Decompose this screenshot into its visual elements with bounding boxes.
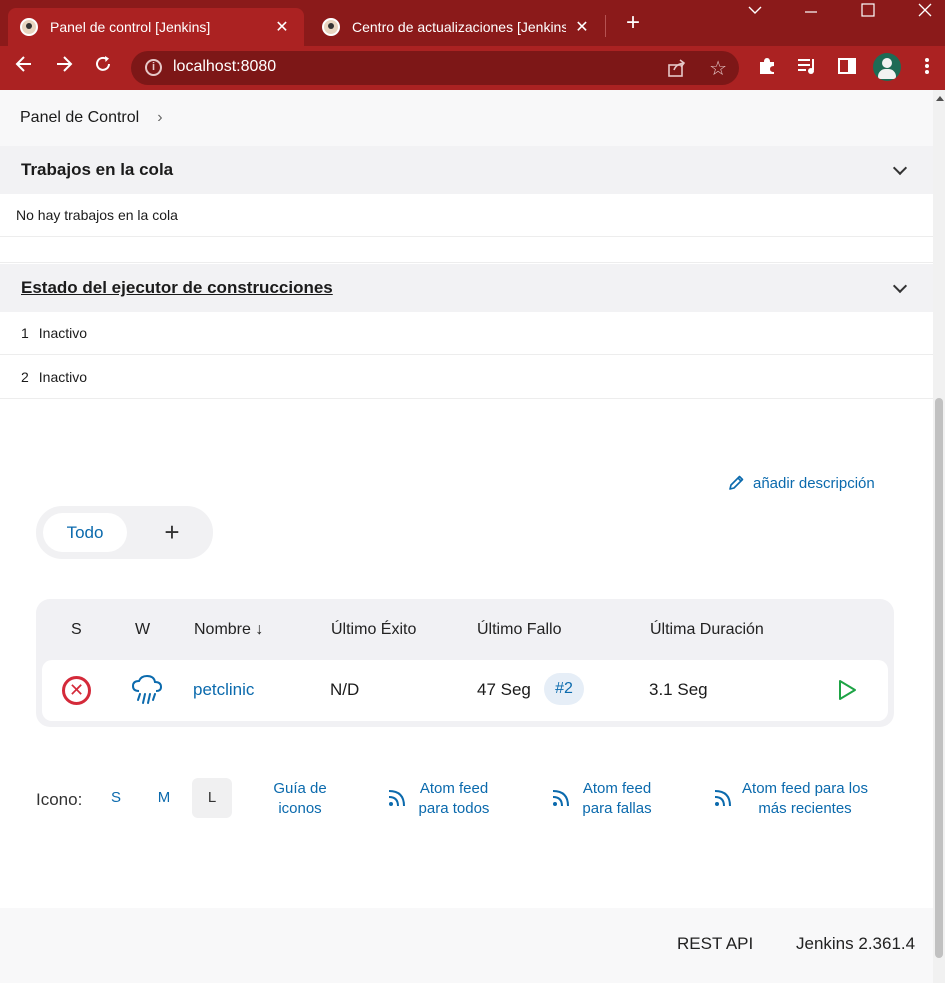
add-view-button[interactable]: + (154, 514, 190, 550)
collapse-chevron-icon[interactable] (892, 160, 908, 176)
profile-avatar[interactable] (873, 53, 901, 81)
rss-feed-icon (387, 788, 407, 812)
executors-title-link[interactable]: Estado del ejecutor de construcciones (21, 278, 333, 298)
schedule-build-play-icon[interactable] (836, 679, 858, 706)
rest-api-link[interactable]: REST API (677, 934, 753, 954)
build-queue-empty-row: No hay trabajos en la cola (0, 194, 933, 237)
icon-size-s-button[interactable]: S (96, 778, 136, 818)
icon-size-label: Icono: (36, 790, 83, 809)
scroll-up-arrow-icon[interactable] (936, 96, 944, 101)
extensions-puzzle-icon[interactable] (755, 56, 779, 80)
build-number-link[interactable]: #2 (544, 673, 584, 705)
tab-close-icon[interactable]: ✕ (572, 17, 592, 37)
tab-title: Centro de actualizaciones [Jenkins] (352, 19, 566, 35)
rain-weather-icon[interactable] (131, 674, 163, 710)
last-failure-value: 47 Seg (477, 680, 531, 699)
jobs-table: S W Nombre ↓ Último Éxito Último Fallo Ú… (36, 599, 894, 727)
column-header-name[interactable]: Nombre ↓ (194, 621, 263, 639)
pencil-icon (729, 475, 744, 490)
breadcrumb: Panel de Control › (0, 90, 933, 146)
column-header-weather[interactable]: W (135, 621, 150, 639)
last-success-value: N/D (330, 680, 360, 699)
address-bar[interactable]: i localhost:8080 ☆ (131, 51, 739, 85)
browser-toolbar: i localhost:8080 ☆ (0, 46, 945, 90)
add-description-link[interactable]: añadir descripción (727, 474, 875, 492)
job-name-link[interactable]: petclinic (193, 680, 254, 700)
view-tabs: Todo + (36, 506, 213, 559)
column-header-last-success[interactable]: Último Éxito (331, 621, 416, 639)
maximize-icon[interactable] (840, 0, 896, 30)
atom-feed-latest-link[interactable]: Atom feed para los más recientes (740, 779, 870, 819)
column-header-status[interactable]: S (71, 621, 82, 639)
icon-size-l-button[interactable]: L (192, 778, 232, 818)
scrollbar-thumb[interactable] (935, 398, 943, 958)
table-row: ✕ petclinic N/D 47 Seg #2 3.1 Seg (42, 660, 888, 721)
icon-size-m-button[interactable]: M (144, 778, 184, 818)
build-queue-empty-text: No hay trabajos en la cola (16, 207, 178, 223)
column-header-last-failure[interactable]: Último Fallo (477, 621, 561, 639)
failed-status-icon[interactable]: ✕ (62, 676, 91, 705)
executor-status: Inactivo (38, 369, 88, 385)
column-header-last-duration[interactable]: Última Duración (650, 621, 764, 639)
breadcrumb-dashboard-link[interactable]: Panel de Control (20, 109, 139, 127)
browser-tab-update-center[interactable]: Centro de actualizaciones [Jenkins] ✕ (310, 8, 604, 46)
browser-tab-jenkins-dashboard[interactable]: Panel de control [Jenkins] ✕ (8, 8, 304, 46)
tab-title: Panel de control [Jenkins] (50, 19, 211, 35)
side-panel-icon[interactable] (835, 56, 859, 80)
bookmark-star-icon[interactable]: ☆ (709, 56, 727, 81)
close-window-icon[interactable] (897, 0, 945, 30)
tab-separator (605, 15, 606, 37)
executor-row: 1 Inactivo (0, 312, 933, 355)
browser-menu-kebab-icon[interactable] (915, 56, 939, 80)
reload-icon[interactable] (89, 54, 117, 82)
build-queue-title: Trabajos en la cola (21, 160, 174, 179)
url-text[interactable]: localhost:8080 (173, 58, 276, 76)
atom-feed-failures-link[interactable]: Atom feed para fallas (577, 779, 657, 819)
media-queue-icon[interactable] (795, 56, 819, 80)
back-arrow-icon[interactable] (10, 54, 38, 82)
build-queue-spacer (0, 237, 933, 263)
browser-tab-strip: Panel de control [Jenkins] ✕ Centro de a… (0, 0, 945, 46)
site-info-icon[interactable]: i (145, 59, 162, 76)
jenkins-favicon-icon (322, 18, 340, 36)
forward-arrow-icon[interactable] (50, 54, 78, 82)
share-icon[interactable] (667, 58, 687, 83)
minimize-window-icon[interactable] (727, 0, 783, 30)
executor-number: 2 (21, 369, 29, 385)
jenkins-version-link[interactable]: Jenkins 2.361.4 (796, 934, 915, 954)
rss-feed-icon (713, 788, 733, 812)
tab-todo[interactable]: Todo (43, 513, 127, 552)
executor-number: 1 (21, 325, 29, 341)
icon-legend: Icono: S M L Guía de iconos Atom feed pa… (36, 776, 896, 826)
jenkins-favicon-icon (20, 18, 38, 36)
new-tab-button[interactable]: + (620, 10, 646, 36)
build-queue-header[interactable]: Trabajos en la cola (0, 146, 933, 194)
executors-header[interactable]: Estado del ejecutor de construcciones (0, 264, 933, 312)
minimize-icon[interactable] (783, 0, 839, 30)
add-description-label: añadir descripción (753, 474, 875, 492)
executor-row: 2 Inactivo (0, 356, 933, 399)
breadcrumb-chevron-icon[interactable]: › (157, 109, 162, 127)
collapse-chevron-icon[interactable] (892, 278, 908, 294)
last-duration-value: 3.1 Seg (649, 680, 708, 699)
atom-feed-all-link[interactable]: Atom feed para todos (414, 779, 494, 819)
icon-guide-link[interactable]: Guía de iconos (262, 779, 338, 819)
rss-feed-icon (551, 788, 571, 812)
executor-status: Inactivo (38, 325, 88, 341)
page-footer: REST API Jenkins 2.361.4 (0, 908, 933, 983)
tab-close-icon[interactable]: ✕ (272, 17, 292, 37)
